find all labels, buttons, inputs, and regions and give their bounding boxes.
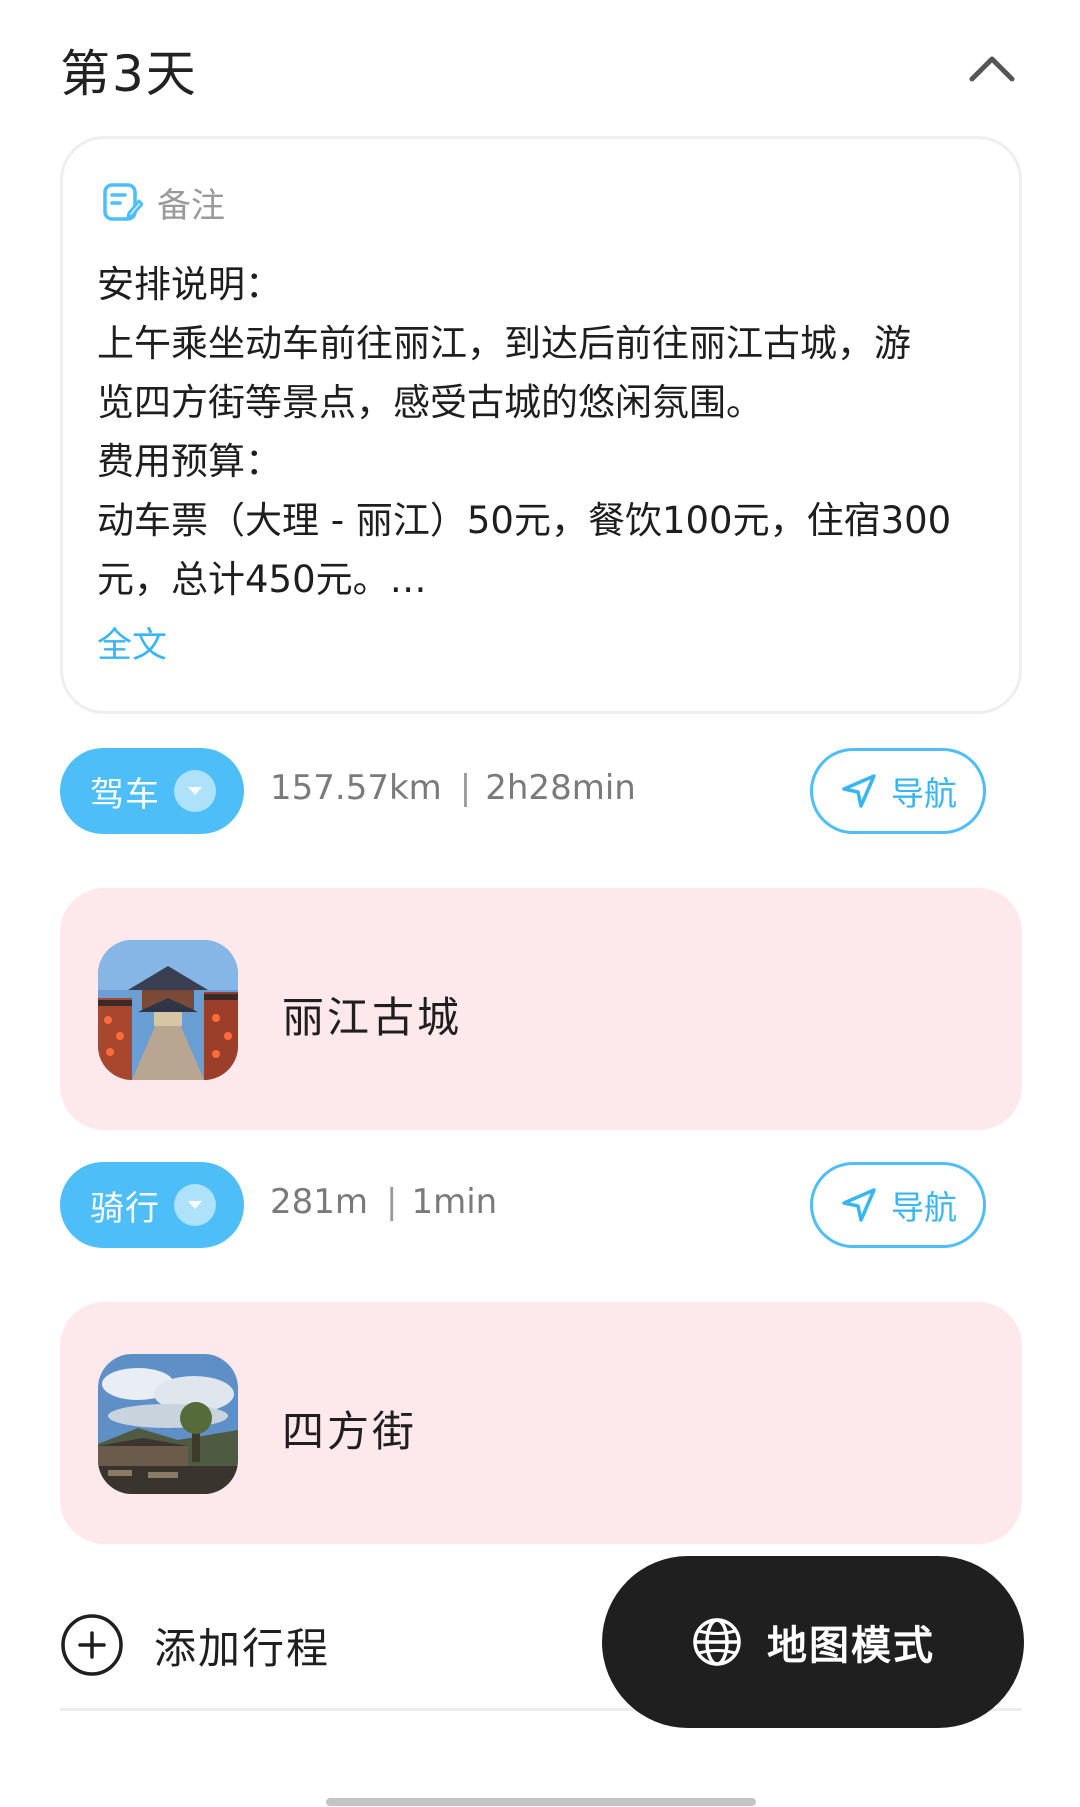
route-separator: |	[386, 1182, 398, 1222]
note-line: 元，总计450元。…	[97, 558, 427, 601]
note-text: 安排说明： 上午乘坐动车前往丽江，到达后前往丽江古城，游 览四方街等景点，感受古…	[97, 255, 997, 609]
day-header: 第3天	[60, 28, 1022, 108]
globe-icon	[693, 1618, 741, 1666]
navigate-label: 导航	[891, 774, 957, 813]
collapse-button[interactable]	[962, 38, 1022, 98]
navigation-arrow-icon	[842, 1188, 876, 1222]
route-info: 281m | 1min	[270, 1182, 497, 1222]
route-separator: |	[459, 768, 472, 808]
transport-mode-selector[interactable]: 驾车	[60, 748, 244, 834]
plus-circle-icon	[61, 1614, 123, 1676]
note-line: 动车票（大理 - 丽江）50元，餐饮100元，住宿300	[97, 499, 952, 542]
note-line: 费用预算：	[97, 440, 282, 483]
place-card[interactable]: 四方街	[60, 1302, 1022, 1544]
place-card[interactable]: 丽江古城	[60, 888, 1022, 1130]
note-line: 览四方街等景点，感受古城的悠闲氛围。	[97, 381, 763, 424]
navigate-button[interactable]: 导航	[810, 1162, 986, 1248]
navigate-button[interactable]: 导航	[810, 748, 986, 834]
route-duration: 1min	[411, 1182, 498, 1222]
place-thumbnail	[98, 1354, 238, 1494]
transport-mode-label: 驾车	[90, 774, 160, 815]
note-header: 备注	[101, 179, 225, 226]
day-title: 第3天	[60, 45, 198, 103]
route-distance: 281m	[270, 1182, 369, 1222]
note-line: 上午乘坐动车前往丽江，到达后前往丽江古城，游	[97, 322, 911, 365]
chevron-down-icon	[174, 1184, 216, 1226]
route-duration: 2h28min	[485, 768, 636, 808]
map-mode-label: 地图模式	[767, 1623, 935, 1669]
place-thumbnail	[98, 940, 238, 1080]
note-label: 备注	[157, 185, 225, 226]
transport-segment: 骑行 281m | 1min 导航	[60, 1160, 1022, 1250]
chevron-up-icon	[969, 56, 1015, 82]
read-full-text-link[interactable]: 全文	[97, 617, 167, 668]
transport-segment: 驾车 157.57km | 2h28min 导航	[60, 746, 1022, 836]
note-line: 安排说明：	[97, 263, 282, 306]
home-indicator[interactable]	[326, 1798, 756, 1806]
transport-mode-selector[interactable]: 骑行	[60, 1162, 244, 1248]
itinerary-page: 第3天 备注 安排说明： 上午乘坐动车前往丽江，到达后前往丽江古城，游 览四方街…	[0, 0, 1080, 1807]
route-info: 157.57km | 2h28min	[270, 768, 636, 808]
place-name: 丽江古城	[282, 993, 463, 1042]
add-itinerary-button[interactable]: 添加行程	[60, 1610, 330, 1680]
navigation-arrow-icon	[842, 774, 876, 808]
route-distance: 157.57km	[270, 768, 442, 808]
transport-mode-label: 骑行	[90, 1188, 160, 1229]
note-card: 备注 安排说明： 上午乘坐动车前往丽江，到达后前往丽江古城，游 览四方街等景点，…	[60, 136, 1022, 714]
note-edit-icon	[103, 183, 143, 221]
map-mode-button[interactable]: 地图模式	[602, 1556, 1024, 1728]
add-itinerary-label: 添加行程	[154, 1623, 331, 1673]
place-name: 四方街	[282, 1407, 418, 1456]
chevron-down-icon	[174, 770, 216, 812]
navigate-label: 导航	[891, 1188, 957, 1227]
